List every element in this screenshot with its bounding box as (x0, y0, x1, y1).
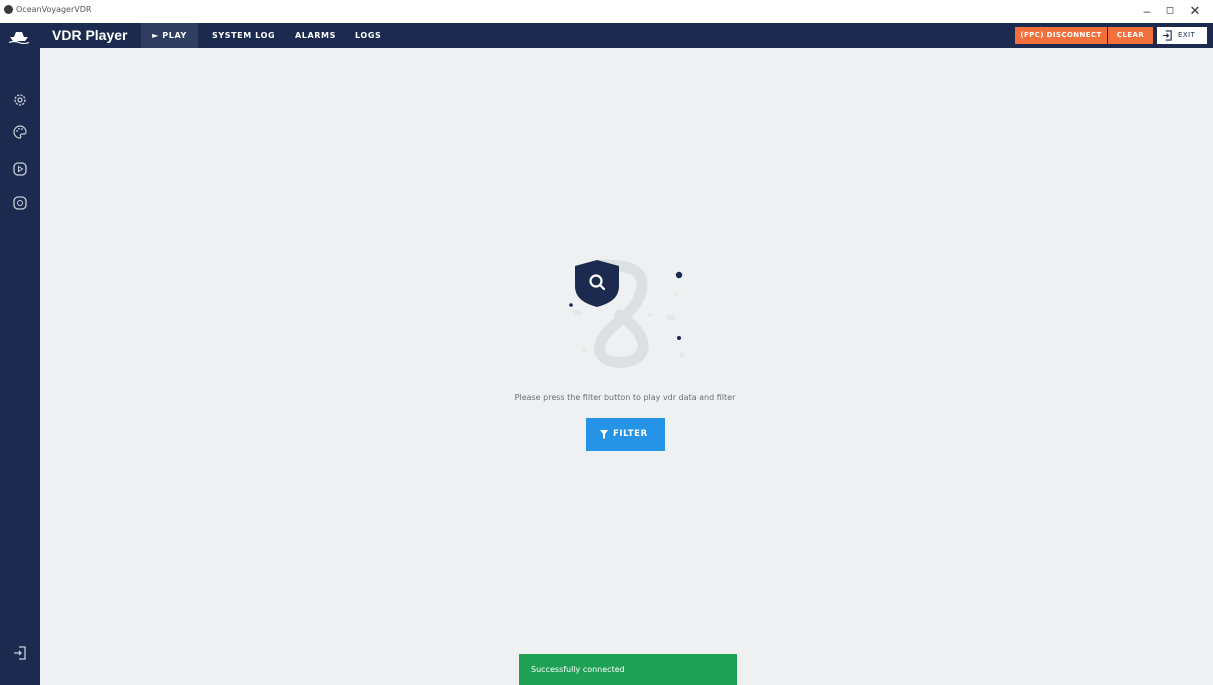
window-title: OceanVoyagerVDR (16, 5, 92, 14)
filter-button[interactable]: FILTER (586, 418, 665, 451)
play-circle-outline-icon[interactable] (12, 195, 28, 211)
clear-button[interactable]: CLEAR (1108, 27, 1153, 44)
tab-logs[interactable]: LOGS (355, 23, 381, 48)
os-title-bar: OceanVoyagerVDR – ◻ ✕ (0, 0, 1213, 23)
minimize-button[interactable]: – (1137, 2, 1157, 20)
tab-play[interactable]: ► PLAY (141, 23, 198, 48)
empty-state-message: Please press the filter button to play v… (514, 393, 736, 402)
ship-logo-icon (8, 32, 30, 44)
settings-icon[interactable] (12, 92, 28, 108)
app-title: VDR Player (52, 27, 128, 43)
filter-icon (600, 430, 608, 439)
tab-system-log[interactable]: SYSTEM LOG (212, 23, 275, 48)
exit-icon (1162, 30, 1172, 41)
exit-label: EXIT (1178, 31, 1196, 39)
login-icon[interactable] (12, 645, 28, 661)
sidebar (0, 48, 40, 685)
close-window-button[interactable]: ✕ (1185, 2, 1205, 20)
maximize-button[interactable]: ◻ (1160, 2, 1180, 20)
app-window-icon (4, 5, 13, 14)
toast-notification: Successfully connected (519, 654, 737, 685)
play-circle-icon[interactable] (12, 161, 28, 177)
tab-alarms[interactable]: ALARMS (295, 23, 336, 48)
empty-search-illustration (569, 259, 685, 368)
filter-label: FILTER (613, 429, 648, 439)
palette-icon[interactable] (12, 124, 28, 140)
disconnect-button[interactable]: (FPC) DISCONNECT (1015, 27, 1107, 44)
exit-button[interactable]: EXIT (1157, 27, 1207, 44)
